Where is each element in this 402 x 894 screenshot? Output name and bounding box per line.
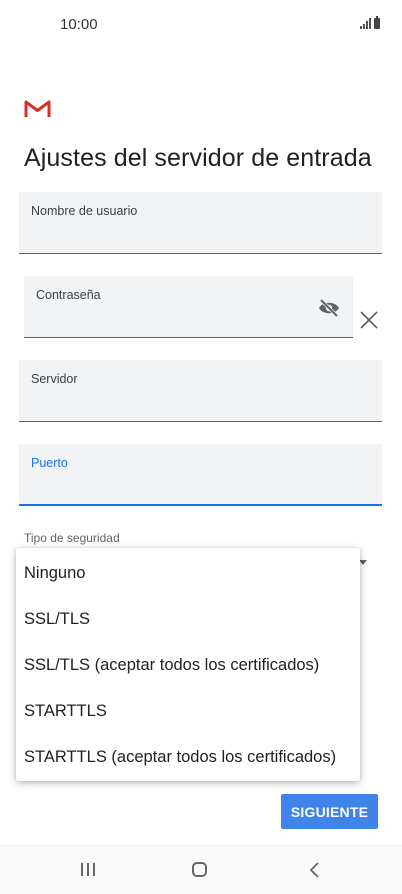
security-type-menu: Ninguno SSL/TLS SSL/TLS (aceptar todos l…	[16, 548, 360, 781]
close-icon[interactable]	[358, 309, 380, 331]
port-label: Puerto	[31, 456, 68, 470]
menu-item-ssl-tls-all-certs[interactable]: SSL/TLS (aceptar todos los certificados)	[24, 642, 319, 688]
menu-item-ninguno[interactable]: Ninguno	[24, 550, 85, 596]
status-icons	[360, 16, 380, 29]
menu-item-ssl-tls[interactable]: SSL/TLS	[24, 596, 90, 642]
page-title: Ajustes del servidor de entrada	[24, 144, 372, 172]
username-label: Nombre de usuario	[31, 204, 138, 218]
home-icon[interactable]	[192, 862, 207, 877]
gmail-logo	[24, 100, 51, 117]
dropdown-arrow-icon[interactable]	[359, 560, 367, 565]
navigation-bar	[0, 845, 402, 894]
server-field[interactable]: Servidor	[19, 360, 382, 422]
signal-icon	[360, 17, 371, 29]
server-label: Servidor	[31, 372, 78, 386]
status-bar: 10:00	[0, 0, 402, 50]
back-icon[interactable]	[308, 861, 322, 879]
status-time: 10:00	[60, 16, 98, 33]
security-type-label: Tipo de seguridad	[24, 531, 120, 545]
menu-item-starttls[interactable]: STARTTLS	[24, 688, 107, 734]
next-button[interactable]: SIGUIENTE	[281, 794, 378, 829]
password-field[interactable]: Contraseña	[24, 276, 353, 338]
menu-item-starttls-all-certs[interactable]: STARTTLS (aceptar todos los certificados…	[24, 734, 336, 780]
eye-off-icon[interactable]	[317, 298, 341, 318]
username-field[interactable]: Nombre de usuario	[19, 192, 382, 254]
port-field[interactable]: Puerto	[19, 444, 382, 506]
battery-icon	[374, 16, 380, 29]
recent-apps-icon[interactable]	[81, 863, 95, 876]
password-label: Contraseña	[36, 288, 101, 302]
